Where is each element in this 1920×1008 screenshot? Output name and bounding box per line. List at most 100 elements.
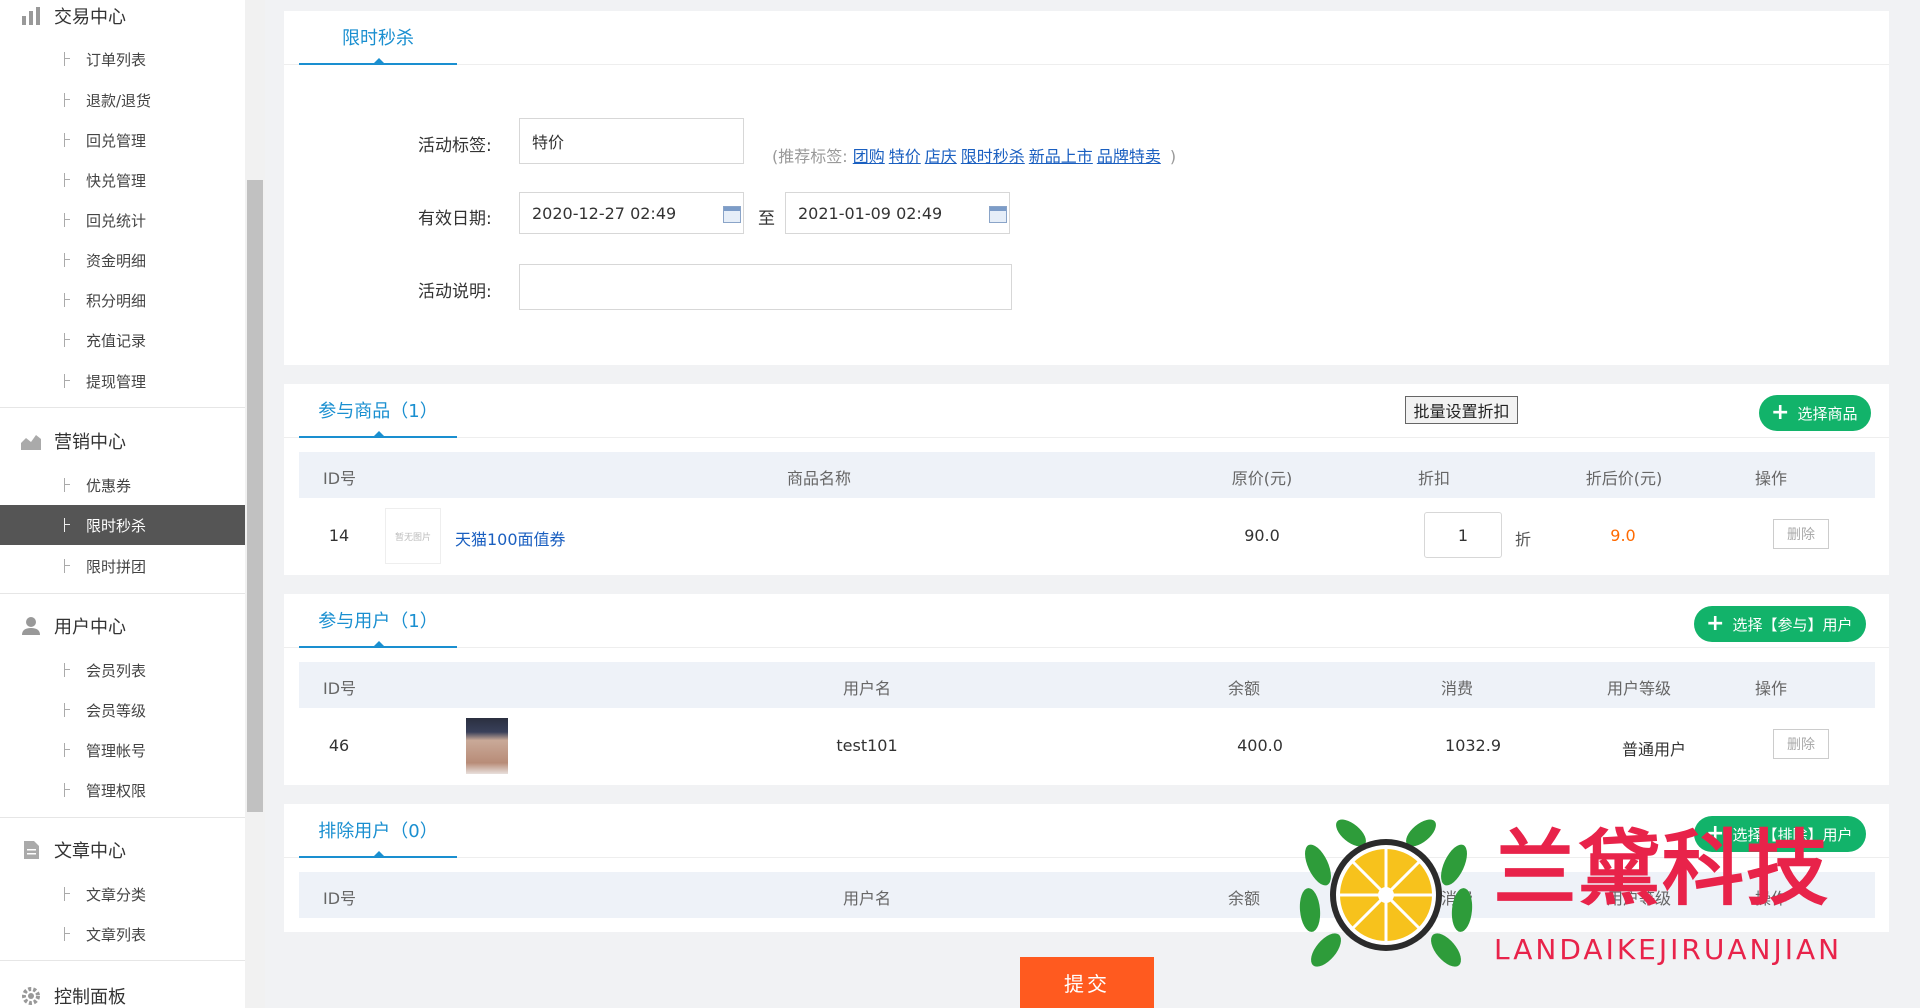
tree-branch-icon: [64, 887, 70, 901]
scrollbar-thumb[interactable]: [247, 180, 263, 812]
sidebar-item-redeem-stats[interactable]: 回兑统计: [0, 200, 245, 240]
sidebar-item-label: 积分明细: [86, 291, 147, 310]
column-header: 操作: [1754, 469, 1788, 488]
tab-participating-products[interactable]: 参与商品（1）: [299, 384, 457, 438]
tag-input[interactable]: 特价: [519, 118, 744, 164]
column-header: 原价(元): [1231, 469, 1293, 488]
column-header: ID号: [323, 679, 357, 698]
date-separator: 至: [758, 209, 775, 229]
sidebar-item-label: 管理帐号: [86, 741, 147, 760]
sidebar-item-label: 快兑管理: [86, 171, 147, 190]
recommend-tag-link[interactable]: 限时秒杀: [961, 147, 1025, 166]
column-header: 用户等级: [1606, 679, 1672, 698]
column-header: 商品名称: [786, 469, 852, 488]
sidebar-item-article-categories[interactable]: 文章分类: [0, 874, 245, 914]
discount-unit: 折: [1515, 530, 1532, 549]
recommend-tag-link[interactable]: 新品上市: [1029, 147, 1093, 166]
sidebar-item-coupons[interactable]: 优惠券: [0, 465, 245, 505]
select-products-label: 选择商品: [1797, 404, 1858, 423]
sidebar-item-members[interactable]: 会员列表: [0, 650, 245, 690]
start-date-value: 2020-12-27 02:49: [532, 203, 677, 223]
sidebar-item-redeem-manage[interactable]: 回兑管理: [0, 120, 245, 160]
sidebar-item-member-levels[interactable]: 会员等级: [0, 690, 245, 730]
delete-user-button[interactable]: 删除: [1773, 729, 1829, 759]
sidebar-section-label: 营销中心: [54, 432, 126, 453]
tree-branch-icon: [64, 927, 70, 941]
tree-branch-icon: [64, 93, 70, 107]
column-header: 用户名: [842, 889, 892, 908]
sidebar-section-articles[interactable]: 文章中心: [0, 830, 245, 870]
sidebar-item-withdraw[interactable]: 提现管理: [0, 361, 245, 401]
recommend-tag-link[interactable]: 特价: [889, 147, 921, 166]
batch-discount-button[interactable]: 批量设置折扣: [1405, 396, 1518, 424]
products-tabbar: 参与商品（1）: [284, 384, 1889, 438]
sidebar-item-admin-accounts[interactable]: 管理帐号: [0, 730, 245, 770]
sidebar-section-label: 用户中心: [54, 617, 126, 638]
select-products-button[interactable]: + 选择商品: [1759, 395, 1872, 431]
tree-branch-icon: [64, 333, 70, 347]
sidebar-divider: [0, 593, 245, 594]
sidebar-item-quick-redeem[interactable]: 快兑管理: [0, 160, 245, 200]
sidebar-item-refunds[interactable]: 退款/退货: [0, 80, 245, 120]
orange-logo-icon: [1299, 819, 1473, 967]
sidebar-section-users[interactable]: 用户中心: [0, 606, 245, 646]
start-date-input[interactable]: 2020-12-27 02:49: [519, 192, 744, 234]
sidebar-item-points[interactable]: 积分明细: [0, 280, 245, 320]
date-label: 有效日期:: [418, 209, 492, 229]
recommend-tag-link[interactable]: 店庆: [925, 147, 957, 166]
sidebar-item-article-list[interactable]: 文章列表: [0, 914, 245, 954]
product-name-link[interactable]: 天猫100面值券: [455, 526, 566, 550]
form-tabbar: 限时秒杀: [284, 11, 1889, 65]
discount-input[interactable]: 1: [1424, 512, 1502, 558]
select-users-button[interactable]: + 选择【参与】用户: [1694, 606, 1867, 642]
sidebar-item-orders[interactable]: 订单列表: [0, 39, 245, 79]
product-price: 90.0: [1244, 526, 1280, 545]
recommend-tag-link[interactable]: 团购: [853, 147, 885, 166]
recommend-tag-link[interactable]: 品牌特卖: [1097, 147, 1161, 166]
end-date-input[interactable]: 2021-01-09 02:49: [785, 192, 1010, 234]
calendar-icon[interactable]: [723, 206, 741, 223]
tab-participating-users[interactable]: 参与用户（1）: [299, 594, 457, 648]
user-balance: 400.0: [1237, 736, 1283, 755]
tab-flash-sale[interactable]: 限时秒杀: [299, 11, 457, 65]
tree-branch-icon: [64, 703, 70, 717]
user-icon: [22, 617, 40, 635]
submit-button[interactable]: 提交: [1020, 957, 1154, 1008]
sidebar-divider: [0, 817, 245, 818]
sidebar-item-label: 回兑管理: [86, 131, 147, 150]
tree-branch-icon: [64, 293, 70, 307]
products-table-header: ID号 商品名称 原价(元) 折扣 折后价(元) 操作: [299, 452, 1875, 498]
watermark: 兰黛科技 LANDAIKEJIRUANJIAN: [1296, 815, 1870, 975]
tree-branch-icon: [64, 133, 70, 147]
activity-form-card: 限时秒杀 活动标签: 特价 (推荐标签: 团购 特价 店庆 限时秒杀 新品上市 品牌特卖 …: [284, 11, 1889, 365]
sidebar-item-flash-sale[interactable]: 限时秒杀: [0, 505, 245, 545]
sidebar-item-admin-permissions[interactable]: 管理权限: [0, 770, 245, 810]
sidebar-item-label: 会员等级: [86, 701, 147, 720]
sidebar-section-trade[interactable]: 交易中心: [0, 0, 245, 36]
plus-icon: +: [1771, 400, 1790, 425]
sidebar-item-label: 文章分类: [86, 885, 147, 904]
desc-input[interactable]: [519, 264, 1012, 310]
sidebar-item-recharge[interactable]: 充值记录: [0, 320, 245, 360]
sidebar-item-label: 提现管理: [86, 372, 147, 391]
sidebar-scrollbar[interactable]: [245, 0, 265, 1008]
sidebar-item-funds[interactable]: 资金明细: [0, 240, 245, 280]
sidebar-item-group-buy[interactable]: 限时拼团: [0, 546, 245, 586]
final-price: 9.0: [1610, 526, 1636, 545]
sidebar-section-control-panel[interactable]: 控制面板: [0, 976, 245, 1008]
sidebar-section-label: 交易中心: [54, 7, 126, 28]
user-level: 普通用户: [1621, 740, 1687, 759]
calendar-icon[interactable]: [989, 206, 1007, 223]
tab-excluded-users[interactable]: 排除用户（0）: [299, 804, 457, 858]
column-header: 操作: [1754, 679, 1788, 698]
sidebar-item-label: 限时拼团: [86, 557, 147, 576]
sidebar-section-marketing[interactable]: 营销中心: [0, 421, 245, 461]
users-card: 参与用户（1） + 选择【参与】用户 ID号 用户名 余额 消费 用户等级 操作…: [284, 594, 1889, 785]
desc-label: 活动说明:: [418, 282, 492, 302]
area-chart-icon: [21, 435, 41, 450]
column-header: 折扣: [1417, 469, 1451, 488]
end-date-value: 2021-01-09 02:49: [798, 203, 943, 223]
sidebar-divider: [0, 407, 245, 408]
product-id: 14: [328, 526, 350, 545]
delete-product-button[interactable]: 删除: [1773, 519, 1829, 549]
